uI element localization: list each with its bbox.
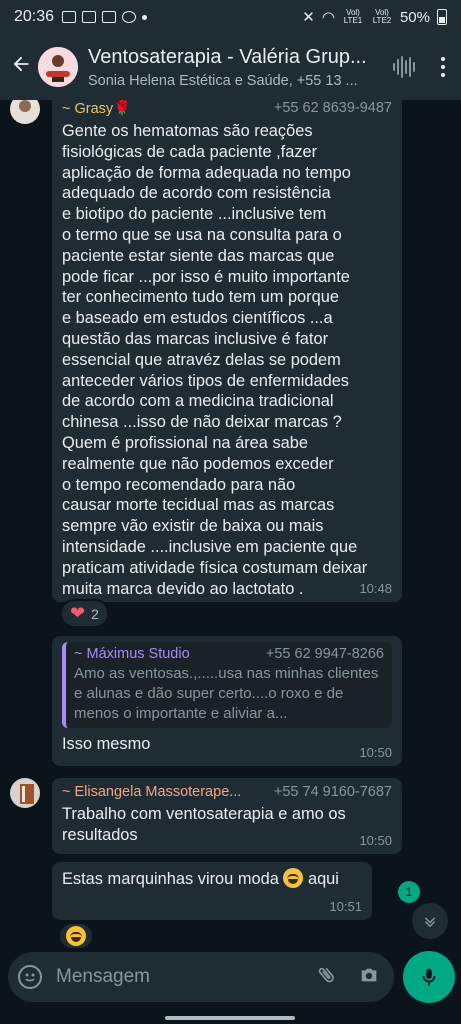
message-bubble[interactable]: ~ Grasy🌹 +55 62 8639-9487 Gente os hemat… — [52, 100, 402, 602]
waveform-icon[interactable] — [389, 55, 419, 79]
message-text: Estas marquinhas virou moda aqui — [62, 868, 362, 890]
sender-name[interactable]: ~ Elisangela Massoterape... — [62, 784, 241, 800]
status-time: 20:36 — [14, 8, 55, 25]
message-bubble[interactable]: ~ Máximus Studio +55 62 9947-8266 Amo as… — [52, 636, 402, 766]
message-bubble[interactable]: ~ Elisangela Massoterape... +55 74 9160-… — [52, 778, 402, 854]
message-time: 10:50 — [359, 833, 392, 848]
reaction-pill[interactable] — [58, 922, 94, 948]
gallery-icon — [62, 11, 77, 23]
paperclip-icon[interactable] — [316, 964, 338, 991]
message-input-bar — [8, 952, 394, 1002]
gesture-bar[interactable] — [165, 1016, 295, 1020]
b-icon — [122, 11, 137, 23]
wifi-icon: ◠ — [321, 9, 335, 26]
mute-icon: ✕ — [302, 9, 315, 26]
image-icon — [82, 11, 97, 23]
message-text: Isso mesmo — [62, 735, 151, 753]
chat-header: Ventosaterapia - Valéria Grup... Sonia H… — [0, 34, 461, 100]
status-bar: 20:36 ✕ ◠ Vol) LTE1 Vol) LTE2 50% — [0, 0, 461, 34]
message-bubble[interactable]: Estas marquinhas virou moda aqui 10:51 — [52, 862, 372, 920]
system-icons: ✕ ◠ Vol) LTE1 Vol) LTE2 50% — [302, 8, 447, 26]
laughing-emoji-icon — [283, 868, 304, 888]
chat-area[interactable]: ~ Grasy🌹 +55 62 8639-9487 Gente os hemat… — [0, 100, 461, 948]
message-time: 10:50 — [359, 745, 392, 760]
battery-percent: 50% — [399, 8, 430, 26]
chat-subtitle: Sonia Helena Estética e Saúde, +55 13 ..… — [88, 72, 358, 89]
reaction-pill[interactable]: ❤ 2 — [60, 599, 109, 628]
unread-badge: 1 — [398, 881, 420, 903]
message-text: Trabalho com ventosaterapia e amo os res… — [62, 805, 346, 844]
sender-avatar[interactable] — [10, 778, 40, 808]
lte1-icon: Vol) LTE1 — [343, 8, 363, 25]
lte2-icon: Vol) LTE2 — [372, 8, 392, 25]
more-notifications-icon — [142, 14, 148, 20]
sender-phone: +55 74 9160-7687 — [273, 784, 392, 800]
quote-header: ~ Máximus Studio +55 62 9947-8266 — [74, 646, 384, 662]
heart-icon: ❤ — [70, 603, 86, 623]
battery-icon — [437, 9, 447, 25]
sender-row: ~ Grasy🌹 +55 62 8639-9487 — [62, 100, 392, 117]
mic-button[interactable] — [403, 951, 455, 1003]
message-time: 10:51 — [329, 899, 362, 914]
sender-name[interactable]: ~ Grasy🌹 — [62, 100, 131, 117]
laughing-emoji-icon — [66, 926, 86, 946]
message-text-main: Estas marquinhas virou moda — [62, 870, 279, 888]
message-text: Gente os hematomas são reações fisiológi… — [62, 122, 368, 598]
emoji-icon[interactable] — [18, 965, 42, 989]
sender-avatar[interactable] — [10, 100, 40, 124]
notification-icons — [62, 11, 148, 23]
group-avatar[interactable] — [38, 47, 78, 87]
kebab-icon[interactable] — [433, 57, 453, 77]
quoted-message[interactable]: ~ Máximus Studio +55 62 9947-8266 Amo as… — [62, 642, 392, 728]
sender-row: ~ Elisangela Massoterape... +55 74 9160-… — [62, 784, 392, 800]
message-time: 10:48 — [359, 581, 392, 596]
quote-text: Amo as ventosas.,.....usa nas minhas cli… — [74, 665, 379, 722]
chevron-down-icon[interactable] — [412, 903, 448, 939]
mail-icon — [102, 11, 117, 23]
quote-phone: +55 62 9947-8266 — [265, 646, 384, 662]
mic-icon — [422, 968, 436, 986]
message-input[interactable] — [56, 966, 316, 988]
header-text[interactable]: Ventosaterapia - Valéria Grup... Sonia H… — [88, 46, 389, 89]
arrow-left-icon[interactable] — [8, 53, 34, 82]
chat-title: Ventosaterapia - Valéria Grup... — [88, 45, 367, 68]
reaction-count: 2 — [91, 605, 99, 622]
camera-icon[interactable] — [358, 964, 380, 991]
sender-phone: +55 62 8639-9487 — [273, 100, 392, 116]
message-text-tail: aqui — [307, 870, 339, 888]
quote-sender: ~ Máximus Studio — [74, 646, 190, 662]
